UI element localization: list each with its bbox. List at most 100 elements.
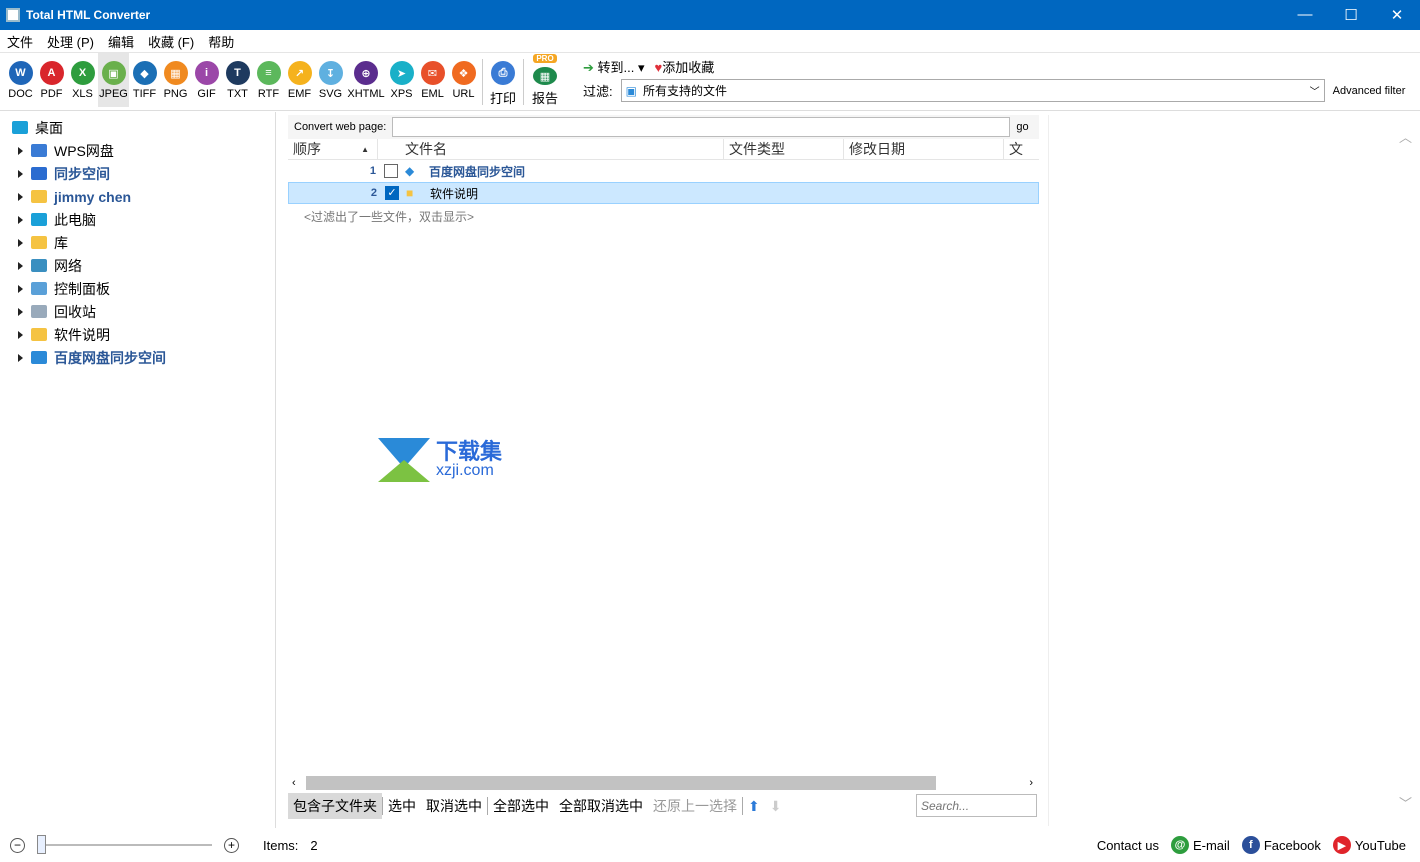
include-subfolders-toggle[interactable]: 包含子文件夹 [288,793,382,819]
arrow-up-icon[interactable]: ⬆ [743,798,765,815]
toolbar: W DOC A PDF X XLS ▣ JPEG ◆ TIFF ▦ PNG i GIF T TXT ≡ RTF ↗ E… [0,53,1420,111]
format-eml-button[interactable]: ✉ EML [417,53,448,107]
tree-item[interactable]: 软件说明 [0,323,275,346]
col-date[interactable]: 修改日期 [844,139,1004,159]
minimize-button[interactable]: — [1282,6,1328,24]
format-doc-button[interactable]: W DOC [5,53,36,107]
filter-hint[interactable]: <过滤出了一些文件，双击显示> [288,204,1039,225]
format-txt-button[interactable]: T TXT [222,53,253,107]
tree-item[interactable]: 同步空间 [0,162,275,185]
tree-item[interactable]: 网络 [0,254,275,277]
folder-icon [31,351,47,364]
col-type[interactable]: 文件类型 [724,139,844,159]
tree-item[interactable]: 库 [0,231,275,254]
scroll-down-icon[interactable]: ﹀ [1399,793,1412,812]
slider-thumb[interactable] [37,835,46,854]
status-bar: − + Items: 2 Contact us @ E-mail f Faceboo… [0,828,1420,862]
menu-item[interactable]: 处理 (P) [40,32,101,51]
filter-dropdown[interactable]: ▣ 所有支持的文件 ﹀ [620,79,1325,102]
zoom-out-icon[interactable]: − [10,837,25,853]
report-button[interactable]: PRO ▦ 报告 [527,53,563,107]
format-xhtml-button[interactable]: ⊕ XHTML [346,53,386,107]
watermark-arrow-icon [378,438,430,482]
select-all-button[interactable]: 全部选中 [488,796,554,816]
format-rtf-button[interactable]: ≡ RTF [253,53,284,107]
advanced-filter-link[interactable]: Advanced filter [1333,85,1406,97]
format-pdf-button[interactable]: A PDF [36,53,67,107]
scroll-left-icon[interactable]: ‹ [292,777,296,789]
format-tiff-button[interactable]: ◆ TIFF [129,53,160,107]
deselect-all-button[interactable]: 全部取消选中 [554,796,648,816]
expand-icon[interactable] [18,353,23,362]
row-checkbox[interactable]: ✓ [385,186,399,200]
col-order[interactable]: 顺序 ▲ [288,139,378,159]
scroll-thumb[interactable] [306,776,936,790]
expand-icon[interactable] [18,215,23,224]
format-label: GIF [197,88,216,100]
tree-item[interactable]: WPS网盘 [0,139,275,162]
expand-icon[interactable] [18,330,23,339]
tree-item[interactable]: 百度网盘同步空间 [0,346,275,369]
youtube-link[interactable]: ▶ YouTube [1332,836,1406,854]
format-png-button[interactable]: ▦ PNG [160,53,191,107]
txt-icon: T [225,61,250,85]
restore-selection-button[interactable]: 还原上一选择 [648,796,742,816]
format-url-button[interactable]: ❖ URL [448,53,479,107]
format-gif-button[interactable]: i GIF [191,53,222,107]
format-jpeg-button[interactable]: ▣ JPEG [98,53,129,107]
print-button[interactable]: ⎙ 打印 [486,53,520,107]
youtube-icon: ▶ [1332,836,1351,854]
watermark-logo: 下载集 xzji.com [378,438,502,482]
goto-button[interactable]: ➔ 转到... ▾ [583,57,645,76]
expand-icon[interactable] [18,169,23,178]
add-favorite-button[interactable]: ♥添加收藏 [655,57,715,76]
close-button[interactable]: ✕ [1374,6,1420,24]
zoom-in-icon[interactable]: + [224,837,239,853]
report-label: 报告 [531,91,558,106]
tree-item[interactable]: 回收站 [0,300,275,323]
deselect-button[interactable]: 取消选中 [421,796,487,816]
expand-icon[interactable] [18,307,23,316]
menu-item[interactable]: 帮助 [201,32,241,51]
scroll-up-icon[interactable]: ︿ [1399,127,1412,146]
format-label: TXT [227,88,248,100]
format-xls-button[interactable]: X XLS [67,53,98,107]
menu-item[interactable]: 编辑 [101,32,141,51]
expand-icon[interactable] [18,261,23,270]
xps-icon: ➤ [389,61,414,85]
tree-label: 网络 [54,257,82,274]
zoom-slider[interactable] [37,835,212,854]
table-row[interactable]: 2 ✓ ■ 软件说明 [288,182,1039,204]
facebook-link[interactable]: f Facebook [1241,836,1321,854]
go-button[interactable]: go [1016,121,1028,133]
menu-item[interactable]: 收藏 (F) [141,32,201,51]
scroll-right-icon[interactable]: › [1029,777,1033,789]
format-emf-button[interactable]: ↗ EMF [284,53,315,107]
tree-item[interactable]: 桌面 [0,116,275,139]
table-row[interactable]: 1 ◆ 百度网盘同步空间 [288,160,1039,182]
menu-item[interactable]: 文件 [0,32,40,51]
row-checkbox[interactable] [384,164,398,178]
web-url-input[interactable] [392,117,1011,137]
format-svg-button[interactable]: ↧ SVG [315,53,346,107]
search-input[interactable] [916,794,1037,817]
col-filename[interactable]: 文件名 [378,139,724,159]
maximize-button[interactable]: ☐ [1328,6,1374,24]
select-button[interactable]: 选中 [383,796,421,816]
pro-badge: PRO [533,54,557,63]
format-xps-button[interactable]: ➤ XPS [386,53,417,107]
horizontal-scrollbar[interactable]: ‹ › [288,775,1039,791]
col-more[interactable]: 文 [1004,139,1039,159]
tree-item[interactable]: 此电脑 [0,208,275,231]
expand-icon[interactable] [18,238,23,247]
expand-icon[interactable] [18,146,23,155]
email-link[interactable]: @ E-mail [1170,836,1230,854]
tree-item[interactable]: 控制面板 [0,277,275,300]
tree-label: 百度网盘同步空间 [54,349,166,366]
expand-icon[interactable] [18,192,23,201]
arrow-down-icon[interactable]: ⬇ [765,798,787,815]
tree-item[interactable]: jimmy chen [0,185,275,208]
expand-icon[interactable] [18,284,23,293]
watermark-en: xzji.com [436,462,494,479]
format-label: XLS [72,88,93,100]
